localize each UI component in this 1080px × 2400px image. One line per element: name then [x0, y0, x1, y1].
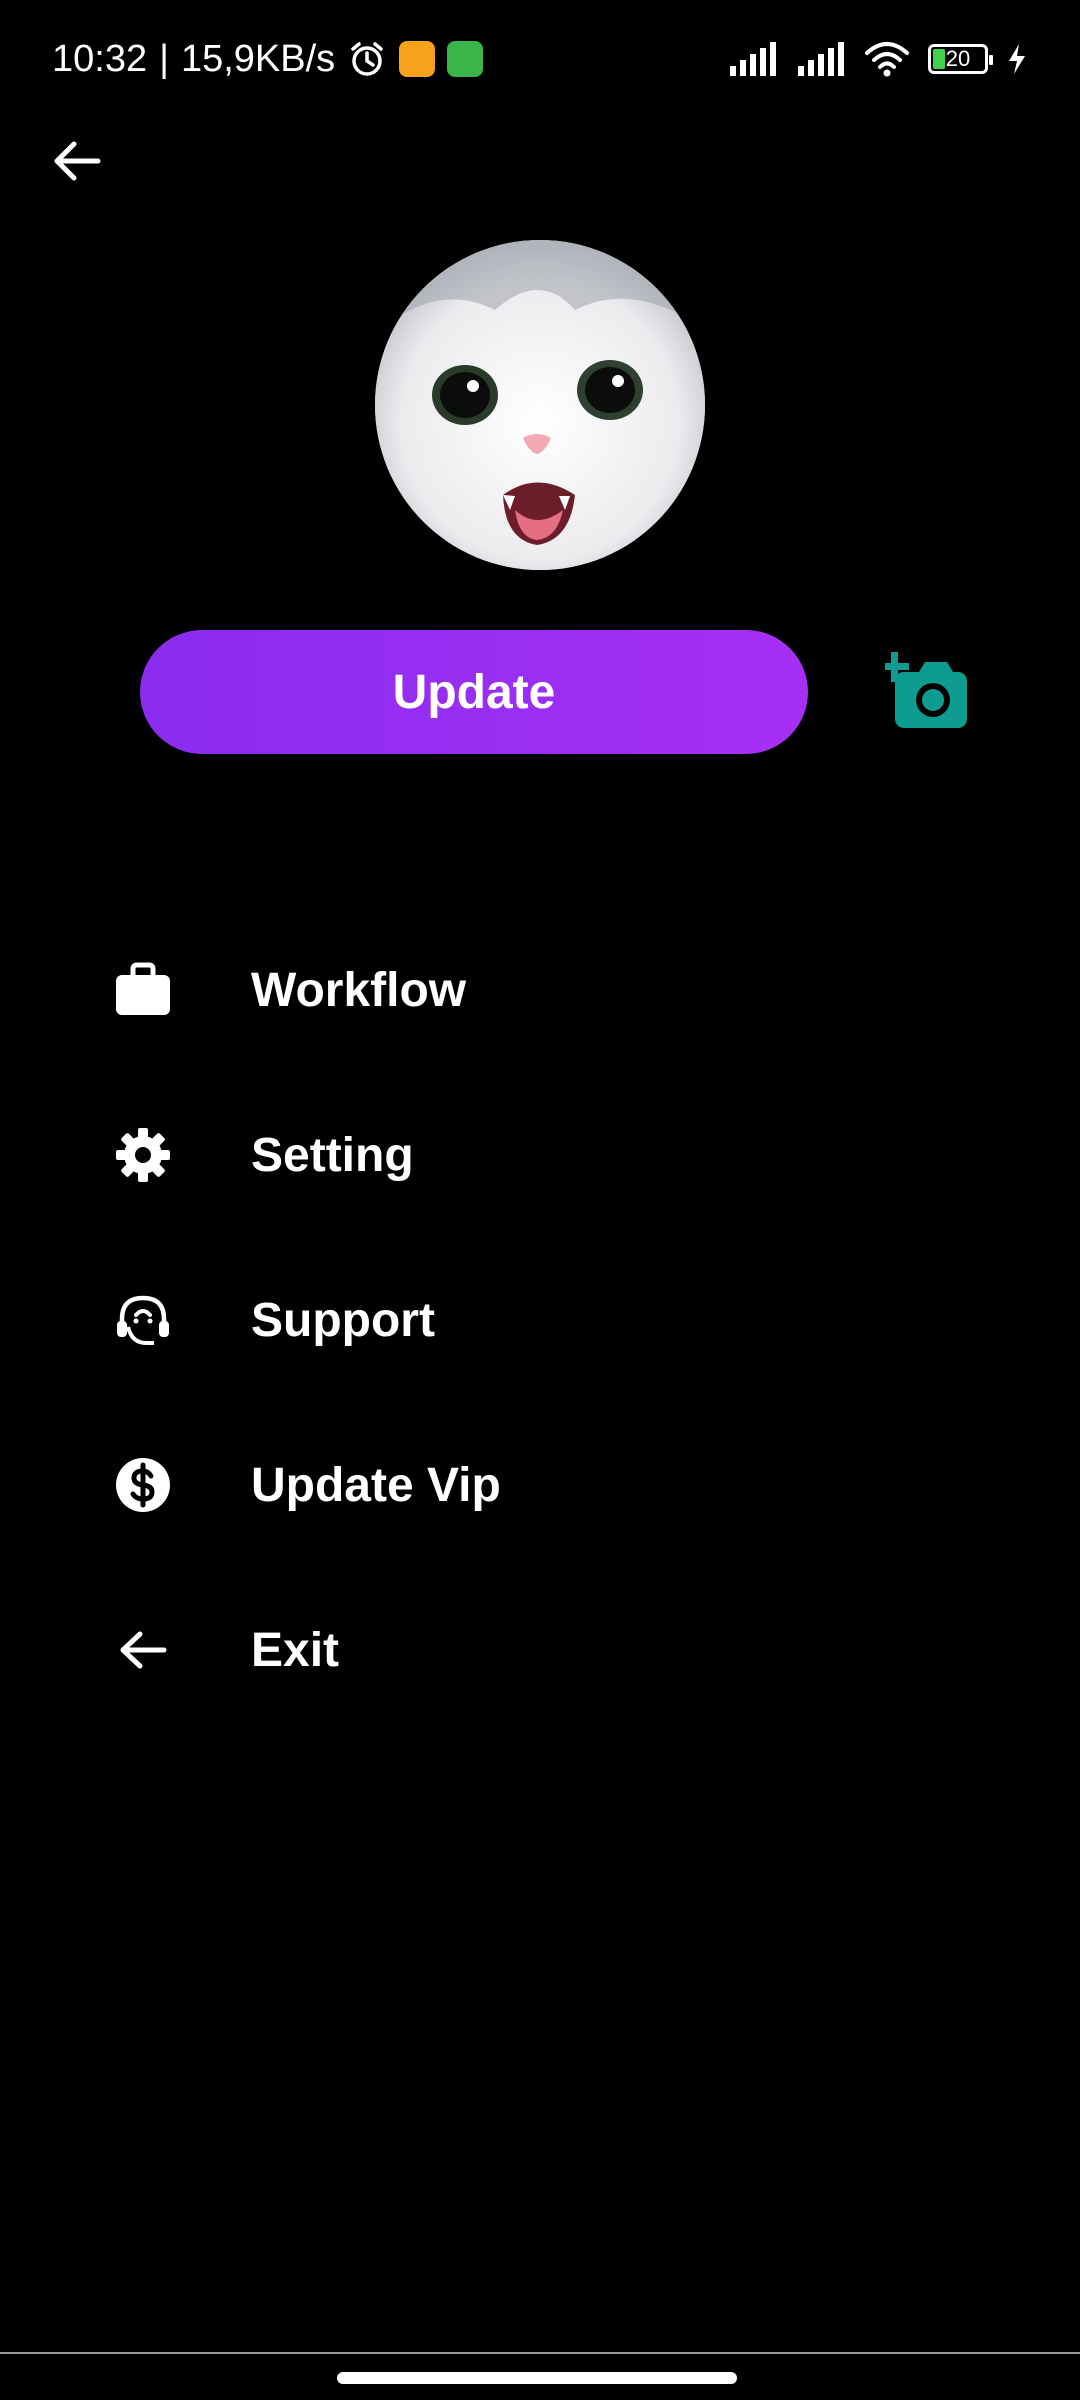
status-bar: 10:32 | 15,9KB/s 20 [0, 0, 1080, 118]
notification-orange-icon [399, 41, 436, 77]
battery-icon: 20 [928, 44, 993, 74]
avatar[interactable] [375, 240, 705, 570]
wifi-icon [865, 42, 909, 77]
headset-icon [112, 1289, 174, 1351]
alarm-icon [351, 42, 383, 76]
exit-arrow-icon [112, 1619, 174, 1681]
briefcase-icon [112, 959, 174, 1021]
bottom-divider [0, 2352, 1080, 2354]
status-time: 10:32 [52, 37, 148, 80]
signal-icon [730, 42, 776, 76]
charging-icon [1009, 44, 1025, 74]
menu-item-label: Update Vip [251, 1458, 501, 1512]
back-button[interactable] [48, 132, 106, 190]
back-arrow-icon [54, 141, 101, 181]
status-right: 20 [728, 41, 1028, 77]
add-photo-icon [880, 652, 967, 728]
menu-item-update-vip[interactable]: Update Vip [112, 1435, 812, 1535]
menu-item-label: Exit [251, 1623, 340, 1677]
menu-item-exit[interactable]: Exit [112, 1600, 812, 1700]
menu-item-support[interactable]: Support [112, 1270, 812, 1370]
battery-level: 20 [945, 46, 971, 71]
menu-item-label: Setting [251, 1128, 414, 1182]
update-button[interactable]: Update [140, 630, 808, 754]
menu-item-label: Workflow [251, 963, 467, 1017]
network-speed: 15,9KB/s [180, 37, 336, 80]
menu-item-workflow[interactable]: Workflow [112, 940, 812, 1040]
menu-item-setting[interactable]: Setting [112, 1105, 812, 1205]
dollar-icon [112, 1454, 174, 1516]
menu-item-label: Support [251, 1293, 435, 1347]
profile-screen: 10:32 | 15,9KB/s 20 Update Workflow Sett… [0, 0, 1080, 2400]
status-left: 10:32 | 15,9KB/s [52, 37, 484, 81]
gear-icon [112, 1124, 174, 1186]
status-separator: | [159, 37, 169, 80]
signal-icon [798, 42, 844, 76]
home-indicator[interactable] [337, 2372, 737, 2384]
avatar-image [375, 240, 705, 570]
notification-green-icon [447, 41, 484, 77]
add-photo-button[interactable] [880, 652, 970, 732]
